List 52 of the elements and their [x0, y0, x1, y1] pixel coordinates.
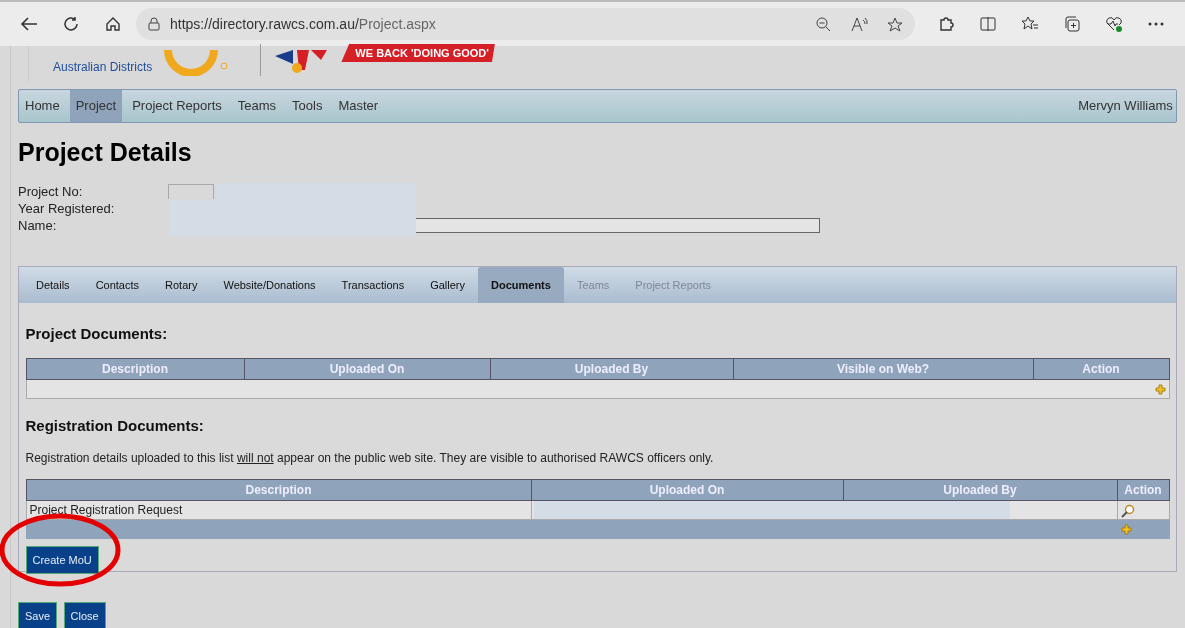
menu-item[interactable]: Tools: [286, 89, 329, 122]
tab[interactable]: Transactions: [328, 267, 418, 303]
column-header: Uploaded By: [843, 479, 1117, 501]
input-field[interactable]: [416, 218, 820, 233]
favorites-icon[interactable]: [1021, 16, 1039, 32]
tab[interactable]: Documents: [478, 267, 564, 303]
lock-icon: [148, 17, 160, 31]
column-header: Visible on Web?: [733, 358, 1033, 379]
search-icon[interactable]: [1120, 503, 1135, 518]
health-icon[interactable]: [1105, 16, 1123, 32]
column-header: Description: [26, 479, 531, 501]
section-heading: Registration Documents:: [25, 415, 205, 436]
section-heading: Project Documents:: [25, 324, 169, 344]
action-button[interactable]: Close: [63, 602, 106, 628]
field-label: Name:: [18, 216, 58, 235]
column-header: Action: [1033, 358, 1169, 379]
tab[interactable]: Rotary: [152, 267, 211, 303]
zoom-out-icon[interactable]: [816, 16, 831, 32]
create-mou-button[interactable]: Create MoU: [25, 545, 99, 574]
action-button[interactable]: Save: [18, 602, 58, 628]
column-header: Uploaded On: [531, 479, 843, 501]
menu-item[interactable]: Master: [332, 89, 385, 122]
star-icon[interactable]: [887, 16, 903, 32]
column-header: Uploaded On: [244, 358, 490, 379]
tab[interactable]: Gallery: [417, 267, 478, 303]
url-text: https://directory.rawcs.com.au/Project.aspx: [170, 14, 436, 34]
input-field[interactable]: [168, 184, 214, 199]
menu-item[interactable]: Home: [19, 89, 66, 122]
column-header: Description: [26, 358, 244, 379]
split-screen-icon[interactable]: [980, 16, 996, 32]
back-icon[interactable]: [20, 16, 38, 32]
menu-item[interactable]: Project Reports: [126, 89, 228, 122]
notice-text: Registration details uploaded to this list will not appear on the public web site. They are visible to authorised RAWCS officers only.: [25, 450, 715, 467]
menu-item[interactable]: Project: [69, 89, 123, 122]
page-title: Project Details: [18, 138, 193, 166]
puzzle-icon[interactable]: [938, 16, 954, 32]
read-aloud-icon[interactable]: [850, 16, 868, 32]
more-icon[interactable]: [1148, 22, 1164, 26]
column-header: Action: [1117, 479, 1169, 501]
address-bar[interactable]: https://directory.rawcs.com.au/Project.aspx: [136, 8, 915, 40]
tab[interactable]: Website/Donations: [210, 267, 329, 303]
collections-icon[interactable]: [1064, 16, 1080, 32]
tab[interactable]: Contacts: [82, 267, 153, 303]
user-name: Mervyn Williams: [1078, 96, 1174, 115]
tab[interactable]: Details: [23, 267, 83, 303]
org-subtitle: Australian Districts: [53, 59, 153, 76]
menu-item[interactable]: Teams: [231, 89, 283, 122]
home-icon[interactable]: [105, 16, 121, 32]
field-label: Year Registered:: [18, 199, 116, 218]
refresh-icon[interactable]: [63, 16, 79, 32]
field-label: Project No:: [18, 182, 84, 201]
column-header: Uploaded By: [490, 358, 733, 379]
